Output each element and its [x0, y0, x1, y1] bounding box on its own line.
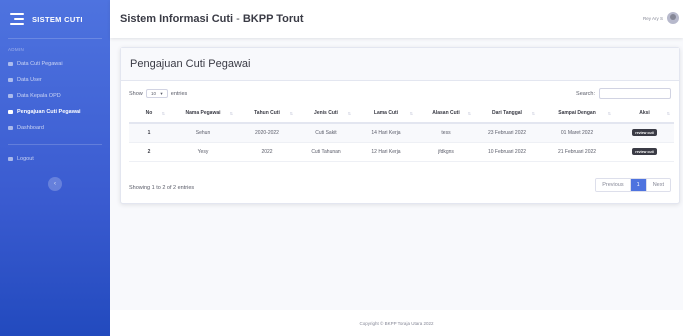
logout-icon: [8, 157, 13, 161]
cell-no: 1: [129, 123, 169, 143]
card-title: Pengajuan Cuti Pegawai: [130, 58, 251, 70]
user-name: Rey Ary S: [642, 15, 663, 21]
sidebar-item-dashboard[interactable]: Dashboard: [0, 120, 110, 136]
sidebar-item-pengajuan-cuti-pegawai[interactable]: Pengajuan Cuti Pegawai: [0, 104, 110, 120]
sort-icon: ⇅: [409, 111, 413, 116]
chevron-down-icon: ▾: [160, 90, 163, 96]
page-title-org: BKPP Torut: [242, 13, 304, 25]
footer: Copyright © BKPP Toraja Utara 2022: [110, 310, 683, 336]
pagination-previous-button[interactable]: Previous: [596, 179, 630, 191]
file-icon: [8, 110, 13, 114]
topbar: Sistem Informasi Cuti - BKPP Torut Rey A…: [110, 0, 683, 38]
sidebar-item-label: Data Cuti Pegawai: [17, 61, 63, 67]
sort-icon: ⇅: [161, 111, 165, 116]
sort-icon: ⇅: [531, 111, 535, 116]
pagination-page-1-button[interactable]: 1: [629, 179, 646, 191]
column-header-jenis-cuti[interactable]: Jenis Cuti ⇅: [297, 104, 355, 124]
cell-lama-cuti: 14 Hari Kerja: [355, 123, 417, 143]
review-cuti-button[interactable]: review cuti: [632, 148, 657, 155]
user-menu[interactable]: Rey Ary S: [643, 12, 679, 24]
cell-dari-tanggal: 10 Februari 2022: [475, 142, 539, 162]
sidebar-item-logout[interactable]: Logout: [0, 151, 110, 167]
sidebar-item-data-cuti-pegawai[interactable]: Data Cuti Pegawai: [0, 56, 110, 72]
sidebar-item-label: Data Kepala OPD: [17, 93, 61, 99]
cell-alasan-cuti: jfdkgns: [417, 142, 475, 162]
card-header: Pengajuan Cuti Pegawai: [121, 48, 679, 81]
entries-select[interactable]: 10 ▾: [145, 89, 168, 98]
brand-text: SISTEM CUTI: [32, 14, 83, 24]
cell-nama-pegawai: Yesy: [169, 142, 237, 162]
list-icon: [10, 13, 24, 25]
sidebar-divider: [8, 144, 102, 145]
sidebar-toggle-button[interactable]: ‹: [48, 177, 62, 191]
sort-icon: ⇅: [666, 111, 670, 116]
cell-lama-cuti: 12 Hari Kerja: [355, 142, 417, 162]
show-label: Show: [129, 90, 143, 97]
sort-icon: ⇅: [467, 111, 471, 116]
cell-alasan-cuti: tess: [417, 123, 475, 143]
sort-icon: ⇅: [347, 111, 351, 116]
table-row: 2 Yesy 2022 Cuti Tahunan 12 Hari Kerja j…: [129, 142, 674, 162]
chevron-left-icon: ‹: [54, 181, 56, 187]
cell-aksi: review cuti: [615, 123, 674, 143]
column-header-tahun-cuti[interactable]: Tahun Cuti ⇅: [237, 104, 297, 124]
table-icon: [8, 94, 13, 98]
entries-label: entries: [170, 90, 188, 97]
column-header-dari-tanggal[interactable]: Dari Tanggal ⇅: [475, 104, 539, 124]
brand[interactable]: SISTEM CUTI: [0, 0, 110, 38]
leave-request-card: Pengajuan Cuti Pegawai Show 10 ▾ entries…: [120, 47, 680, 204]
table-info: Showing 1 to 2 of 2 entries: [129, 185, 195, 191]
pagination-next-button[interactable]: Next: [645, 179, 670, 191]
dashboard-icon: [8, 126, 13, 130]
entries-value: 10: [150, 91, 156, 96]
pagination: Previous 1 Next: [595, 178, 671, 192]
cell-dari-tanggal: 23 Februari 2022: [475, 123, 539, 143]
cell-no: 2: [129, 142, 169, 162]
column-header-alasan-cuti[interactable]: Alasan Cuti ⇅: [417, 104, 475, 124]
cell-sampai-dengan: 21 Februari 2022: [539, 142, 615, 162]
sidebar-item-label: Pengajuan Cuti Pegawai: [17, 109, 81, 115]
sort-icon: ⇅: [229, 111, 233, 116]
column-header-no[interactable]: No ⇅: [129, 104, 169, 124]
sidebar-item-data-kepala-opd[interactable]: Data Kepala OPD: [0, 88, 110, 104]
column-header-nama-pegawai[interactable]: Nama Pegawai ⇅: [169, 104, 237, 124]
page-title-separator: -: [233, 13, 243, 25]
cell-aksi: review cuti: [615, 142, 674, 162]
table-header-row: No ⇅ Nama Pegawai ⇅ Tahun Cuti ⇅ Jenis Cuti…: [129, 104, 674, 124]
sidebar: SISTEM CUTI ADMIN Data Cuti Pegawai Data…: [0, 0, 110, 336]
users-icon: [8, 78, 13, 82]
table-icon: [8, 62, 13, 66]
show-entries: Show 10 ▾ entries: [129, 89, 187, 98]
sidebar-item-data-user[interactable]: Data User: [0, 72, 110, 88]
table-row: 1 Sehun 2020-2022 Cuti Sakit 14 Hari Ker…: [129, 123, 674, 143]
cell-nama-pegawai: Sehun: [169, 123, 237, 143]
sidebar-item-label: Data User: [17, 77, 42, 83]
review-cuti-button[interactable]: review cuti: [632, 129, 657, 137]
search-label: Search:: [576, 90, 595, 97]
sort-icon: ⇅: [607, 111, 611, 116]
page-title: Sistem Informasi Cuti - BKPP Torut: [120, 13, 304, 25]
column-header-lama-cuti[interactable]: Lama Cuti ⇅: [355, 104, 417, 124]
copyright-text: Copyright © BKPP Toraja Utara 2022: [359, 320, 434, 326]
page-title-main: Sistem Informasi Cuti: [120, 13, 234, 25]
cell-jenis-cuti: Cuti Sakit: [297, 123, 355, 143]
leave-request-table: No ⇅ Nama Pegawai ⇅ Tahun Cuti ⇅ Jenis Cuti…: [129, 104, 674, 162]
avatar: [667, 12, 679, 24]
search: Search:: [576, 88, 671, 99]
cell-jenis-cuti: Cuti Tahunan: [297, 142, 355, 162]
column-header-sampai-dengan[interactable]: Sampai Dengan ⇅: [539, 104, 615, 124]
cell-tahun-cuti: 2022: [237, 142, 297, 162]
cell-sampai-dengan: 01 Maret 2022: [539, 123, 615, 143]
search-input[interactable]: [599, 88, 671, 99]
sidebar-heading: ADMIN: [8, 47, 24, 52]
sidebar-item-label: Logout: [17, 156, 34, 162]
cell-tahun-cuti: 2020-2022: [237, 123, 297, 143]
sort-icon: ⇅: [289, 111, 293, 116]
column-header-aksi[interactable]: Aksi ⇅: [615, 104, 674, 124]
table-controls: Show 10 ▾ entries Search:: [121, 81, 679, 103]
sidebar-item-label: Dashboard: [17, 125, 44, 131]
